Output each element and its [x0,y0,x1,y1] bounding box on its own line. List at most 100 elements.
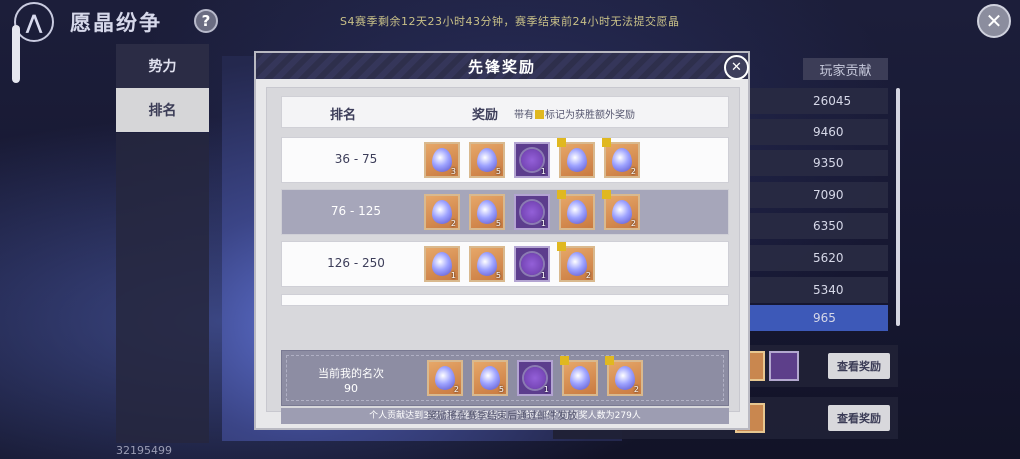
wish-crystal-icon[interactable]: 5 [469,246,505,282]
left-panel [116,133,209,443]
crystal-gem-icon [435,366,455,390]
wish-crystal-icon[interactable]: 2 [557,242,595,282]
wish-crystal-icon[interactable]: 2 [602,138,640,178]
crystal-gem-icon [612,200,632,224]
contribution-value: 7090 [813,188,844,202]
crystal-gem-icon [432,200,452,224]
rank-row-126-250: 126 - 250 1 5 1 2 [281,241,729,287]
bonus-note-suffix: 标记为获胜额外奖励 [545,110,635,121]
wish-crystal-icon[interactable]: 5 [469,142,505,178]
crystal-gem-icon [612,148,632,172]
my-rank-inner: 当前我的名次 90 2 5 1 2 [286,355,724,401]
rank-range-label: 76 - 125 [330,204,382,218]
bonus-note-prefix: 带有 [514,110,534,121]
crystal-gem-icon [567,148,587,172]
crystal-gem-icon [567,200,587,224]
avatar-frame-item-icon[interactable]: 1 [514,246,550,282]
item-count: 5 [495,219,501,228]
list-scrollbar[interactable] [896,88,900,326]
wish-crystal-pack-icon[interactable]: 1 [424,246,460,282]
wish-crystal-icon[interactable]: 5 [472,360,508,396]
dialog-title: 先锋奖励 [467,57,536,76]
my-rank-value: 90 [344,382,358,395]
item-count: 1 [543,385,549,394]
crystal-gem-icon [432,252,452,276]
mail-delivery-note: 奖励将在赛季结束后通过邮件发放 [427,411,577,422]
item-count: 3 [450,167,456,176]
rank-column-header: 排名 [330,108,357,123]
reward-column-header: 奖励 [472,108,499,123]
bonus-note: 带有 标记为获胜额外奖励 [514,106,635,121]
item-count: 1 [450,271,456,280]
tab-faction[interactable]: 势力 [116,44,209,88]
bonus-flag-icon [560,356,569,365]
view-reward-button[interactable]: 查看奖励 [828,353,890,379]
reward-thumbnail [769,351,799,381]
wish-crystal-icon[interactable]: 2 [605,356,643,396]
item-count: 1 [540,219,546,228]
wish-crystal-pack-icon[interactable] [557,190,595,230]
wish-crystal-pack-icon[interactable] [560,356,598,396]
close-page-button[interactable]: ✕ [977,4,1011,38]
bonus-flag-icon [557,190,566,199]
wish-crystal-icon[interactable]: 2 [602,190,640,230]
contribution-value: 5340 [813,283,844,297]
side-scroll-handle[interactable] [12,25,20,83]
view-reward-button[interactable]: 查看奖励 [828,405,890,431]
item-count: 2 [585,271,591,280]
bonus-flag-icon [605,356,614,365]
wish-crystal-pack-icon[interactable] [557,138,595,178]
item-count: 5 [495,271,501,280]
contribution-value: 965 [813,311,836,325]
season-timer-text: S4赛季剩余12天23小时43分钟，赛季结束前24小时无法提交愿晶 [340,15,680,28]
tab-ranking[interactable]: 排名 [116,88,209,132]
crystal-gem-icon [567,252,587,276]
bonus-mark-icon [535,110,544,119]
my-rank-title: 当前我的名次 [318,367,384,380]
crystal-gem-icon [477,200,497,224]
item-count: 2 [453,385,459,394]
page-title: 愿晶纷争 [70,11,162,35]
crystal-gem-icon [432,148,452,172]
my-rank-panel: 当前我的名次 90 2 5 1 2 [281,350,729,406]
wish-crystal-pack-icon[interactable]: 3 [424,142,460,178]
rank-row-partial [281,294,729,306]
crystal-gem-icon [480,366,500,390]
item-count: 2 [450,219,456,228]
crystal-gem-icon [524,367,546,389]
crystal-gem-icon [615,366,635,390]
reward-table-header: 排名 奖励 带有 标记为获胜额外奖励 [281,96,729,128]
rank-range-label: 36 - 75 [334,152,378,166]
item-count: 2 [630,219,636,228]
crystal-gem-icon [477,252,497,276]
top-bar: ⋀ 愿晶纷争 ? S4赛季剩余12天23小时43分钟，赛季结束前24小时无法提交… [0,0,1020,42]
item-count: 1 [540,271,546,280]
item-count: 5 [498,385,504,394]
dialog-header: 先锋奖励 [256,53,748,79]
help-button[interactable]: ? [194,9,218,33]
contribution-value: 26045 [813,94,852,108]
wish-crystal-icon[interactable]: 5 [469,194,505,230]
crystal-gem-icon [477,148,497,172]
item-count: 5 [495,167,501,176]
crystal-gem-icon [521,253,543,275]
bonus-flag-icon [602,190,611,199]
contribution-value: 6350 [813,219,844,233]
reward-table: 排名 奖励 带有 标记为获胜额外奖励 36 - 75 3 5 1 2 76 - 125 … [266,87,740,424]
bonus-flag-icon [557,242,566,251]
wish-crystal-pack-icon[interactable]: 2 [424,194,460,230]
game-logo-icon: ⋀ [14,2,54,42]
avatar-frame-item-icon[interactable]: 1 [514,194,550,230]
contribution-column-header: 玩家贡献 [803,58,888,80]
dialog-close-button[interactable]: ✕ [724,55,749,80]
item-count: 2 [633,385,639,394]
avatar-frame-item-icon[interactable]: 1 [517,360,553,396]
item-count: 2 [630,167,636,176]
crystal-gem-icon [521,201,543,223]
bonus-flag-icon [557,138,566,147]
contribution-value: 9460 [813,125,844,139]
wish-crystal-pack-icon[interactable]: 2 [427,360,463,396]
bonus-flag-icon [602,138,611,147]
contribution-value: 5620 [813,251,844,265]
avatar-frame-item-icon[interactable]: 1 [514,142,550,178]
